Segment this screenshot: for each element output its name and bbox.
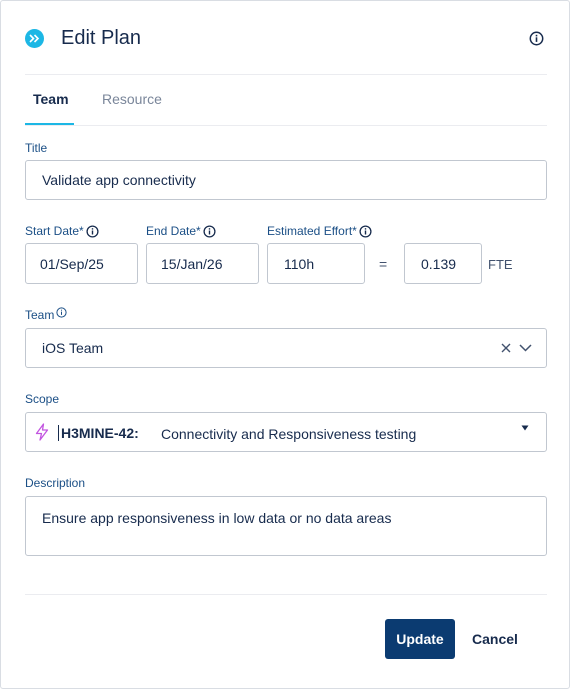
double-chevron-right-icon	[29, 34, 40, 43]
effort-value: 110h	[284, 255, 315, 272]
title-input-value: Validate app connectivity	[42, 172, 196, 188]
header-divider	[25, 74, 547, 75]
title-input[interactable]: Validate app connectivity	[25, 160, 547, 200]
end-date-input[interactable]: 15/Jan/26	[146, 243, 259, 284]
update-button[interactable]: Update	[385, 619, 455, 659]
edit-plan-dialog: Edit Plan Team Resource Title Validate a…	[0, 0, 570, 689]
description-label: Description	[25, 476, 85, 490]
tab-team[interactable]: Team	[33, 91, 69, 107]
text-cursor	[58, 425, 59, 441]
start-date-input[interactable]: 01/Sep/25	[25, 243, 138, 284]
title-label-text: Title	[25, 141, 48, 155]
equals-sign: =	[379, 256, 388, 272]
start-date-value: 01/Sep/25	[40, 255, 104, 272]
end-date-info-icon[interactable]	[203, 224, 216, 238]
team-select-value: iOS Team	[42, 340, 104, 356]
info-icon[interactable]	[529, 31, 544, 46]
start-date-label-text: Start Date*	[25, 224, 84, 238]
end-date-value: 15/Jan/26	[161, 255, 223, 272]
tabs-divider	[25, 125, 547, 126]
title-label: Title	[25, 141, 47, 155]
team-select[interactable]: iOS Team	[25, 328, 547, 368]
start-date-info-icon[interactable]	[86, 224, 99, 238]
team-label-text: Team	[25, 308, 55, 322]
clear-icon[interactable]	[500, 342, 512, 354]
scope-label-text: Scope	[25, 392, 60, 406]
effort-label: Estimated Effort*	[267, 224, 372, 238]
footer-divider	[25, 594, 547, 595]
caret-down-icon[interactable]	[521, 425, 529, 431]
start-date-label: Start Date*	[25, 224, 99, 238]
fte-unit-label: FTE	[488, 257, 513, 272]
description-textarea[interactable]: Ensure app responsiveness in low data or…	[25, 496, 547, 556]
effort-label-text: Estimated Effort*	[267, 224, 357, 238]
chevron-down-icon[interactable]	[519, 343, 532, 353]
scope-issue-key: H3MINE-42:	[61, 425, 139, 441]
description-label-text: Description	[25, 476, 86, 490]
lightning-bolt-icon	[35, 423, 49, 441]
scope-issue-summary: Connectivity and Responsiveness testing	[161, 426, 417, 442]
team-info-icon[interactable]	[56, 307, 67, 318]
fte-value: 0.139	[421, 255, 457, 272]
tab-resource[interactable]: Resource	[102, 91, 162, 107]
effort-info-icon[interactable]	[359, 224, 372, 238]
dialog-title: Edit Plan	[61, 27, 142, 49]
end-date-label-text: End Date*	[146, 224, 201, 238]
description-value: Ensure app responsiveness in low data or…	[42, 510, 392, 526]
scope-label: Scope	[25, 392, 59, 406]
cancel-button[interactable]: Cancel	[464, 619, 526, 659]
end-date-label: End Date*	[146, 224, 216, 238]
effort-input[interactable]: 110h	[267, 243, 365, 284]
fte-input[interactable]: 0.139	[404, 243, 482, 284]
collapse-panel-icon[interactable]	[25, 29, 44, 48]
team-label: Team	[25, 307, 67, 322]
